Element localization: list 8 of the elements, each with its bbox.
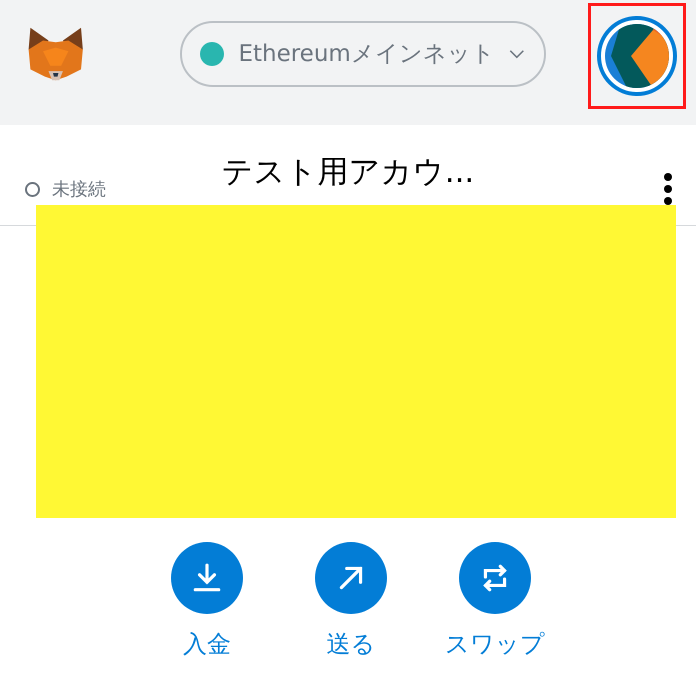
- action-button[interactable]: 送る: [294, 542, 408, 660]
- network-dropdown[interactable]: Ethereumメインネット: [180, 20, 546, 86]
- account-name: テスト用アカウ...: [222, 153, 474, 192]
- action-button[interactable]: 入金: [150, 542, 264, 660]
- more-menu-icon[interactable]: [663, 173, 673, 205]
- connection-status: 未接続: [25, 177, 106, 201]
- action-button[interactable]: スワップ: [438, 542, 552, 660]
- account-avatar[interactable]: [597, 16, 678, 96]
